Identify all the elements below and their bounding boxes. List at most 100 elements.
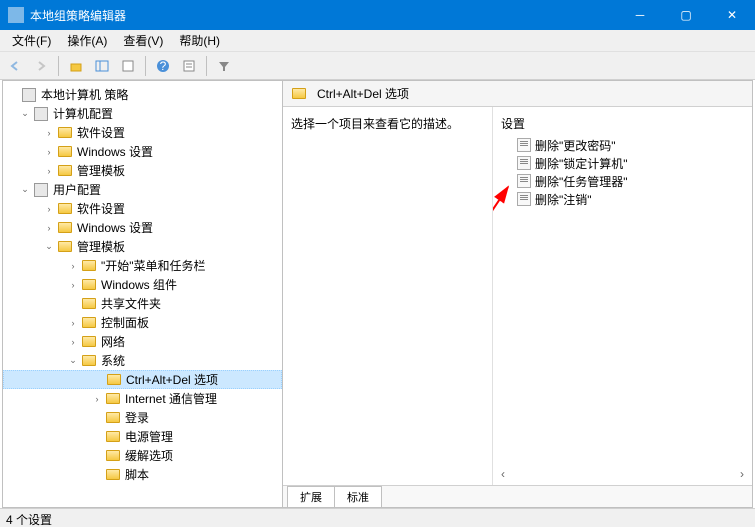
tree-cc-software[interactable]: ›软件设置 [3, 123, 282, 142]
tree-label: Ctrl+Alt+Del 选项 [126, 371, 218, 388]
menu-help[interactable]: 帮助(H) [171, 30, 228, 51]
expand-icon[interactable]: › [43, 222, 55, 234]
tree-label: Internet 通信管理 [125, 390, 217, 407]
tree-uc-windows[interactable]: › Windows 设置 [3, 218, 282, 237]
folder-icon [292, 88, 306, 99]
help-button[interactable]: ? [152, 55, 174, 77]
status-bar: 4 个设置 [0, 508, 755, 527]
svg-text:?: ? [160, 59, 167, 73]
expand-icon[interactable]: › [67, 336, 79, 348]
description-text: 选择一个项目来查看它的描述。 [291, 117, 459, 131]
tree-win-components[interactable]: › Windows 组件 [3, 275, 282, 294]
up-button[interactable] [65, 55, 87, 77]
tree-uc-admin[interactable]: ⌄ 管理模板 [3, 237, 282, 256]
tree-start-taskbar[interactable]: ›"开始"菜单和任务栏 [3, 256, 282, 275]
setting-remove-change-password[interactable]: 删除"更改密码" [493, 136, 752, 154]
window-title: 本地组策略编辑器 [30, 7, 617, 24]
collapse-icon[interactable]: ⌄ [43, 241, 55, 253]
tree-mitigation[interactable]: 缓解选项 [3, 446, 282, 465]
expand-icon[interactable]: › [67, 317, 79, 329]
back-button[interactable] [4, 55, 26, 77]
expand-icon[interactable]: › [43, 165, 55, 177]
tree-user-config[interactable]: ⌄ 用户配置 [3, 180, 282, 199]
tree-label: 登录 [125, 409, 149, 426]
description-panel: 选择一个项目来查看它的描述。 [283, 107, 493, 485]
tab-extended[interactable]: 扩展 [287, 486, 335, 507]
tree-label: Windows 组件 [101, 276, 177, 293]
filter-button[interactable] [213, 55, 235, 77]
tree-scripts[interactable]: 脚本 [3, 465, 282, 484]
title-bar: 本地组策略编辑器 ─ ▢ ✕ [0, 0, 755, 30]
tree-label: 用户配置 [53, 181, 101, 198]
tree-internet-comm[interactable]: › Internet 通信管理 [3, 389, 282, 408]
policy-icon [517, 174, 531, 188]
menu-file[interactable]: 文件(F) [4, 30, 59, 51]
maximize-button[interactable]: ▢ [663, 0, 709, 30]
settings-list[interactable]: 设置 删除"更改密码" 删除"锁定计算机" 删除"任务管理器" 删除"注销" ‹… [493, 107, 752, 485]
tree-ctrl-alt-del[interactable]: Ctrl+Alt+Del 选项 [3, 370, 282, 389]
tab-standard[interactable]: 标准 [334, 486, 382, 507]
setting-remove-logoff[interactable]: 删除"注销" [493, 190, 752, 208]
policy-icon [517, 192, 531, 206]
menu-view[interactable]: 查看(V) [115, 30, 171, 51]
tree-uc-software[interactable]: ›软件设置 [3, 199, 282, 218]
policy-icon [517, 156, 531, 170]
expand-icon[interactable]: › [91, 393, 103, 405]
tree-label: 共享文件夹 [101, 295, 161, 312]
toolbar: ? [0, 52, 755, 80]
setting-label: 删除"任务管理器" [535, 173, 628, 190]
tree-label: 控制面板 [101, 314, 149, 331]
menu-action[interactable]: 操作(A) [59, 30, 115, 51]
tree-panel[interactable]: 本地计算机 策略 ⌄计算机配置 ›软件设置 ›Windows 设置 ›管理模板 … [3, 81, 283, 507]
tree-label: Windows 设置 [77, 219, 153, 236]
collapse-icon[interactable]: ⌄ [19, 184, 31, 196]
tree-root[interactable]: 本地计算机 策略 [3, 85, 282, 104]
tree-label: 脚本 [125, 466, 149, 483]
minimize-button[interactable]: ─ [617, 0, 663, 30]
collapse-icon[interactable]: ⌄ [19, 108, 31, 120]
tree-label: 本地计算机 策略 [41, 86, 128, 103]
setting-label: 删除"注销" [535, 191, 592, 208]
expand-icon[interactable]: › [43, 146, 55, 158]
tree-cc-windows[interactable]: › Windows 设置 [3, 142, 282, 161]
setting-remove-lock-computer[interactable]: 删除"锁定计算机" [493, 154, 752, 172]
app-icon [8, 7, 24, 23]
tree-label: 缓解选项 [125, 447, 173, 464]
tree-label: 电源管理 [125, 428, 173, 445]
tree-label: 计算机配置 [53, 105, 113, 122]
horizontal-scrollbar[interactable]: ‹› [501, 467, 744, 483]
annotation-arrow [493, 177, 523, 485]
tree-control-panel[interactable]: › 控制面板 [3, 313, 282, 332]
details-title: Ctrl+Alt+Del 选项 [317, 85, 409, 102]
close-button[interactable]: ✕ [709, 0, 755, 30]
status-text: 4 个设置 [6, 513, 52, 527]
settings-column-header[interactable]: 设置 [493, 111, 752, 136]
tree-label: 网络 [101, 333, 125, 350]
expand-icon[interactable]: › [67, 279, 79, 291]
tree-power-mgmt[interactable]: 电源管理 [3, 427, 282, 446]
content-area: 本地计算机 策略 ⌄计算机配置 ›软件设置 ›Windows 设置 ›管理模板 … [2, 80, 753, 508]
tree-cc-admin[interactable]: › 管理模板 [3, 161, 282, 180]
properties-button[interactable] [178, 55, 200, 77]
tree-label: 管理模板 [77, 238, 125, 255]
tree-system[interactable]: ⌄ 系统 [3, 351, 282, 370]
expand-icon[interactable]: › [43, 203, 55, 215]
tree-computer-config[interactable]: ⌄ 计算机配置 [3, 104, 282, 123]
policy-icon [517, 138, 531, 152]
tree-network[interactable]: › 网络 [3, 332, 282, 351]
tree-label: Windows 设置 [77, 143, 153, 160]
expand-icon[interactable]: › [43, 127, 55, 139]
show-hide-button[interactable] [91, 55, 113, 77]
tree-label: 管理模板 [77, 162, 125, 179]
collapse-icon[interactable]: ⌄ [67, 355, 79, 367]
tree-logon[interactable]: 登录 [3, 408, 282, 427]
tree-label: 系统 [101, 352, 125, 369]
view-tabs: 扩展 标准 [283, 485, 752, 507]
expand-icon[interactable]: › [67, 260, 79, 272]
forward-button[interactable] [30, 55, 52, 77]
menu-bar: 文件(F) 操作(A) 查看(V) 帮助(H) [0, 30, 755, 52]
export-button[interactable] [117, 55, 139, 77]
details-panel: Ctrl+Alt+Del 选项 选择一个项目来查看它的描述。 设置 删除"更改密… [283, 81, 752, 507]
tree-shared-folders[interactable]: 共享文件夹 [3, 294, 282, 313]
setting-remove-task-manager[interactable]: 删除"任务管理器" [493, 172, 752, 190]
